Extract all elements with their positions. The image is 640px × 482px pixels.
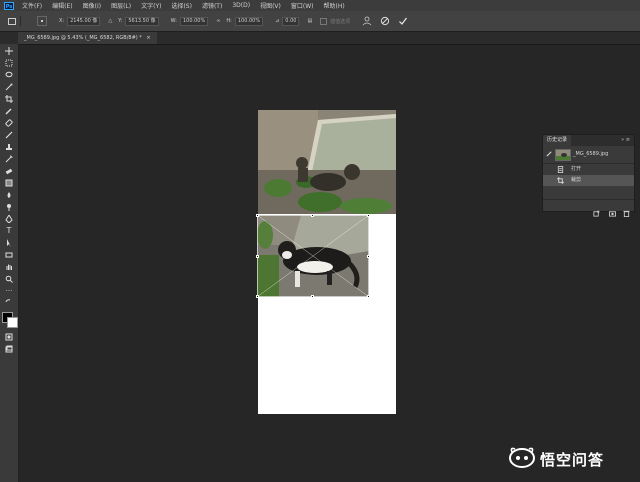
- close-tab-icon[interactable]: ×: [146, 35, 150, 41]
- document-tab-title: _MG_6589.jpg @ 5.43% (_MG_6582, RGB/8#) …: [24, 35, 142, 41]
- menu-bar: Ps 文件(F) 编辑(E) 图像(I) 图层(L) 文字(Y) 选择(S) 滤…: [0, 0, 640, 11]
- magic-wand-tool-icon[interactable]: [4, 82, 14, 91]
- menu-layer[interactable]: 图层(L): [111, 1, 131, 10]
- document-tab[interactable]: _MG_6589.jpg @ 5.43% (_MG_6582, RGB/8#) …: [18, 32, 157, 44]
- clone-stamp-tool-icon[interactable]: [4, 142, 14, 151]
- watermark-text: 悟空问答: [540, 450, 605, 469]
- photoshop-logo: Ps: [4, 1, 14, 10]
- tools-panel: T ···: [0, 44, 19, 482]
- history-panel-footer: [543, 199, 634, 217]
- canvas-photo-layer: [258, 110, 396, 214]
- tool-preset-picker[interactable]: [6, 16, 21, 26]
- interpolation-checkbox[interactable]: [320, 17, 328, 25]
- marquee-tool-icon[interactable]: [4, 58, 14, 67]
- history-brush-tool-icon[interactable]: [4, 154, 14, 163]
- commit-transform-icon[interactable]: [398, 16, 408, 26]
- transform-handle-middle-right[interactable]: [367, 255, 370, 258]
- menu-3d[interactable]: 3D(D): [232, 2, 250, 9]
- eraser-tool-icon[interactable]: [4, 166, 14, 175]
- rectangle-tool-icon[interactable]: [4, 250, 14, 259]
- document-icon: [557, 166, 564, 173]
- crop-tool-icon[interactable]: [4, 94, 14, 103]
- transform-handle-top-middle[interactable]: [311, 214, 314, 217]
- trash-icon[interactable]: [623, 202, 630, 217]
- history-panel: 历史记录 » ≡ _MG_6589.jpg 打开 裁剪: [542, 134, 635, 217]
- crop-icon: [557, 177, 564, 184]
- path-selection-tool-icon[interactable]: [4, 238, 14, 247]
- background-color-swatch[interactable]: [7, 317, 18, 328]
- snapshot-thumbnail: [555, 149, 571, 161]
- interpolation-dropdown-icon[interactable]: ▤: [307, 18, 312, 24]
- history-step-label: 打开: [571, 166, 582, 172]
- h-field[interactable]: 100.00%: [234, 16, 264, 26]
- menu-file[interactable]: 文件(F): [22, 1, 42, 10]
- menu-window[interactable]: 窗口(W): [291, 1, 314, 10]
- transform-handle-bottom-right[interactable]: [367, 295, 370, 298]
- reference-point-icon[interactable]: [37, 16, 47, 26]
- more-tools-icon[interactable]: ···: [4, 286, 14, 295]
- h-label: H:: [226, 18, 232, 24]
- zoom-tool-icon[interactable]: [4, 274, 14, 283]
- swap-colors-icon[interactable]: [4, 298, 14, 307]
- new-document-from-state-icon[interactable]: [593, 202, 600, 217]
- hand-tool-icon[interactable]: [4, 262, 14, 271]
- w-field[interactable]: 100.00%: [179, 16, 209, 26]
- gradient-tool-icon[interactable]: [4, 178, 14, 187]
- menu-view[interactable]: 视图(V): [260, 1, 281, 10]
- history-step-open[interactable]: 打开: [543, 164, 634, 175]
- history-panel-title[interactable]: 历史记录: [543, 135, 572, 146]
- transform-handle-bottom-middle[interactable]: [311, 295, 314, 298]
- y-field[interactable]: 5613.50 像: [125, 16, 159, 26]
- link-icon[interactable]: ∞: [216, 18, 220, 24]
- camera-icon[interactable]: [609, 202, 616, 217]
- menu-select[interactable]: 选择(S): [171, 1, 192, 10]
- transform-handle-bottom-left[interactable]: [256, 295, 259, 298]
- type-tool-icon[interactable]: T: [4, 226, 14, 235]
- transform-handle-top-left[interactable]: [256, 214, 259, 217]
- history-panel-header: 历史记录 » ≡: [543, 135, 634, 146]
- history-step-label: 裁剪: [571, 177, 582, 183]
- lasso-tool-icon[interactable]: [4, 70, 14, 79]
- angle-field[interactable]: 0.00: [282, 16, 300, 26]
- x-field[interactable]: 2145.00 像: [67, 16, 101, 26]
- healing-brush-tool-icon[interactable]: [4, 118, 14, 127]
- y-label: Y:: [118, 18, 123, 24]
- quick-mask-icon[interactable]: [4, 332, 14, 341]
- w-label: W:: [170, 18, 177, 24]
- panel-menu-icon[interactable]: » ≡: [621, 135, 630, 146]
- menu-type[interactable]: 文字(Y): [141, 1, 161, 10]
- transform-handle-top-right[interactable]: [367, 214, 370, 217]
- history-step-crop[interactable]: 裁剪: [543, 175, 634, 186]
- menu-edit[interactable]: 编辑(E): [52, 1, 72, 10]
- history-snapshot[interactable]: _MG_6589.jpg: [543, 146, 634, 164]
- x-label: X:: [59, 18, 65, 24]
- blur-tool-icon[interactable]: [4, 190, 14, 199]
- menu-filter[interactable]: 滤镜(T): [202, 1, 222, 10]
- interpolation-label: 插值选项: [330, 18, 351, 25]
- transform-layer-preview[interactable]: [257, 215, 369, 297]
- menu-help[interactable]: 帮助(H): [324, 1, 345, 10]
- eyedropper-tool-icon[interactable]: [4, 106, 14, 115]
- move-tool-icon[interactable]: [4, 46, 14, 55]
- document-tab-bar: _MG_6589.jpg @ 5.43% (_MG_6582, RGB/8#) …: [0, 32, 640, 45]
- history-source-brush-icon[interactable]: [546, 150, 553, 159]
- warp-icon[interactable]: [362, 16, 372, 26]
- menu-image[interactable]: 图像(I): [83, 1, 101, 10]
- options-bar: X: 2145.00 像 △ Y: 5613.50 像 W: 100.00% ∞…: [0, 11, 640, 32]
- transform-handle-middle-left[interactable]: [256, 255, 259, 258]
- wukong-logo-icon: [508, 446, 536, 472]
- pen-tool-icon[interactable]: [4, 214, 14, 223]
- relative-position-icon[interactable]: △: [108, 18, 112, 24]
- snapshot-name: _MG_6589.jpg: [573, 151, 609, 157]
- watermark: 悟空问答: [508, 446, 604, 472]
- angle-icon: ⊿: [275, 18, 280, 24]
- screen-mode-icon[interactable]: [4, 344, 14, 353]
- cancel-transform-icon[interactable]: [380, 16, 390, 26]
- dodge-tool-icon[interactable]: [4, 202, 14, 211]
- brush-tool-icon[interactable]: [4, 130, 14, 139]
